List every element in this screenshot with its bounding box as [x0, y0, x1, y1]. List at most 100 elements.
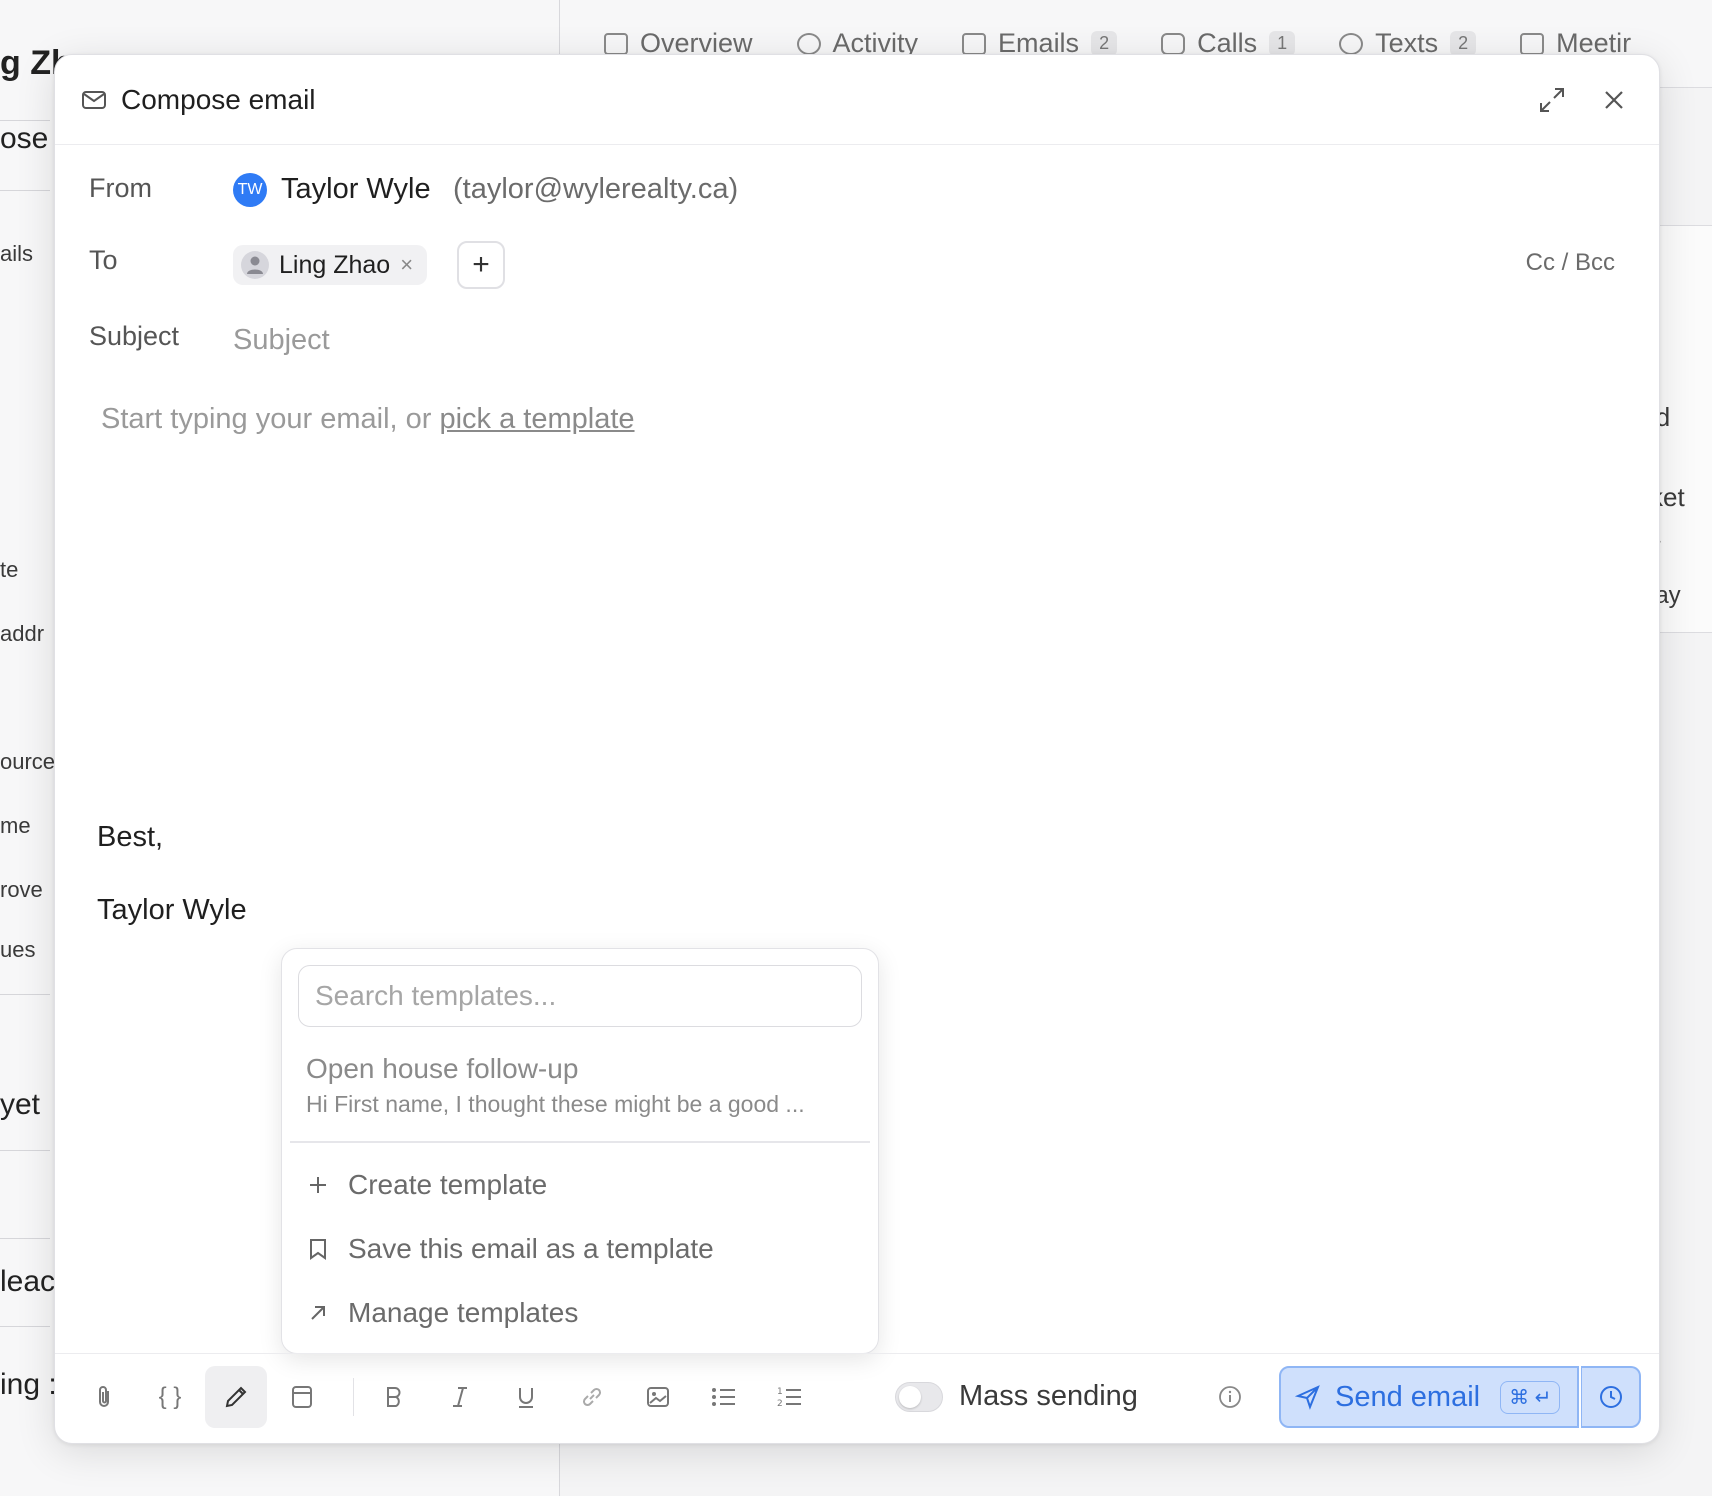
link-button[interactable]: [561, 1366, 623, 1428]
signature-name: Taylor Wyle: [97, 894, 247, 926]
to-label: To: [89, 245, 118, 275]
pen-icon: [225, 1386, 247, 1408]
phone-icon: [1161, 32, 1186, 55]
italic-icon: [453, 1387, 467, 1407]
user-icon: [241, 251, 269, 279]
bullet-list-icon: [712, 1388, 735, 1406]
attach-button[interactable]: [73, 1366, 135, 1428]
pick-template-link[interactable]: pick a template: [439, 403, 634, 435]
numbered-list-button[interactable]: 12: [759, 1366, 821, 1428]
svg-text:2: 2: [777, 1399, 783, 1409]
bg-fragment: yet: [0, 1088, 41, 1121]
bg-fragment: leac: [0, 1265, 56, 1298]
signature-button[interactable]: [205, 1366, 267, 1428]
count-badge: 2: [1091, 31, 1118, 56]
subject-label: Subject: [89, 321, 180, 351]
underline-button[interactable]: [495, 1366, 557, 1428]
variables-button[interactable]: { }: [139, 1366, 201, 1428]
body-placeholder-text: Start typing your email, or: [101, 403, 440, 435]
bg-divider: [0, 190, 50, 191]
bold-button[interactable]: [363, 1366, 425, 1428]
mass-sending-info-button[interactable]: [1199, 1366, 1261, 1428]
send-icon: [1295, 1385, 1320, 1410]
calendar-icon: [1520, 32, 1545, 55]
template-title: Open house follow-up: [306, 1053, 579, 1084]
arrow-up-right-icon: [306, 1301, 330, 1325]
recipient-name: Ling Zhao: [279, 250, 391, 279]
bold-icon: [387, 1387, 401, 1407]
image-icon: [647, 1387, 669, 1407]
signature-closing: Best,: [97, 821, 164, 853]
bg-fragment: ose: [0, 122, 49, 155]
link-icon: [582, 1387, 602, 1407]
modal-header: Compose email: [55, 55, 1659, 145]
plus-icon: [306, 1173, 330, 1197]
save-as-template-button[interactable]: Save this email as a template: [306, 1233, 714, 1265]
send-email-button[interactable]: Send email ⌘ ↵: [1279, 1366, 1579, 1428]
template-button[interactable]: [271, 1366, 333, 1428]
email-body[interactable]: Start typing your email, or pick a templ…: [101, 403, 635, 436]
italic-button[interactable]: [429, 1366, 491, 1428]
mass-sending-toggle[interactable]: [895, 1382, 943, 1412]
manage-templates-button[interactable]: Manage templates: [306, 1297, 578, 1329]
bg-divider: [0, 994, 50, 995]
bg-divider: [0, 1326, 50, 1327]
bg-divider: [0, 1150, 50, 1151]
close-button[interactable]: [1597, 83, 1631, 117]
bg-fragment: ource: [0, 749, 56, 774]
create-template-button[interactable]: Create template: [306, 1169, 547, 1201]
grid-icon: [604, 32, 628, 55]
clock-icon: [1599, 1386, 1622, 1408]
close-icon: [1605, 91, 1623, 109]
compose-email-modal: Compose email From TW Taylor Wyle (taylo…: [54, 54, 1660, 1444]
add-recipient-button[interactable]: +: [457, 241, 505, 289]
cc-bcc-link[interactable]: Cc / Bcc: [1526, 249, 1615, 277]
underline-icon: [519, 1388, 533, 1408]
divider: [290, 1141, 870, 1143]
template-preview: Hi First name, I thought these might be …: [306, 1091, 805, 1117]
image-button[interactable]: [627, 1366, 689, 1428]
count-badge: 2: [1450, 31, 1477, 56]
history-icon: [796, 32, 821, 55]
card-icon: [292, 1386, 312, 1408]
modal-title: Compose email: [121, 83, 316, 115]
toolbar-divider: [353, 1378, 354, 1416]
compose-toolbar: { } 12 Mass sending Send email ⌘ ↵: [55, 1353, 1659, 1445]
remove-recipient-icon[interactable]: ×: [400, 254, 413, 276]
bg-divider: [0, 1238, 50, 1239]
expand-button[interactable]: [1535, 83, 1569, 117]
svg-text:1: 1: [777, 1387, 783, 1397]
bg-fragment: ing :: [0, 1368, 57, 1401]
plus-icon: +: [472, 248, 490, 281]
subject-input[interactable]: [233, 317, 1533, 363]
schedule-send-button[interactable]: [1581, 1366, 1641, 1428]
send-email-label: Send email: [1335, 1380, 1481, 1413]
mass-sending-label: Mass sending: [959, 1380, 1138, 1412]
avatar: TW: [233, 173, 267, 207]
count-badge: 1: [1269, 31, 1296, 56]
keyboard-shortcut-badge: ⌘ ↵: [1500, 1380, 1561, 1414]
mail-icon: [82, 90, 106, 109]
recipient-chip[interactable]: Ling Zhao ×: [233, 245, 428, 285]
chat-icon: [1339, 32, 1364, 55]
numbered-list-icon: 12: [777, 1387, 801, 1409]
bg-fragment: me: [0, 813, 31, 838]
from-email: (taylor@wylerealty.ca): [453, 173, 739, 205]
from-label: From: [89, 173, 152, 203]
bg-fragment: addr: [0, 621, 45, 646]
bg-fragment: rove: [0, 877, 43, 902]
template-search-input[interactable]: [298, 965, 862, 1027]
template-picker: Open house follow-up Hi First name, I th…: [281, 948, 879, 1354]
bullet-list-button[interactable]: [693, 1366, 755, 1428]
bg-fragment: ues: [0, 937, 36, 962]
expand-icon: [1540, 88, 1564, 112]
from-name: Taylor Wyle: [281, 173, 431, 205]
mail-icon: [962, 32, 987, 55]
bg-fragment: te: [0, 557, 19, 582]
bookmark-icon: [306, 1237, 330, 1261]
bg-fragment: ails: [0, 241, 34, 266]
info-icon: [1219, 1386, 1241, 1408]
paperclip-icon: [99, 1386, 109, 1407]
bg-divider: [0, 120, 50, 121]
braces-icon: { }: [158, 1383, 182, 1410]
